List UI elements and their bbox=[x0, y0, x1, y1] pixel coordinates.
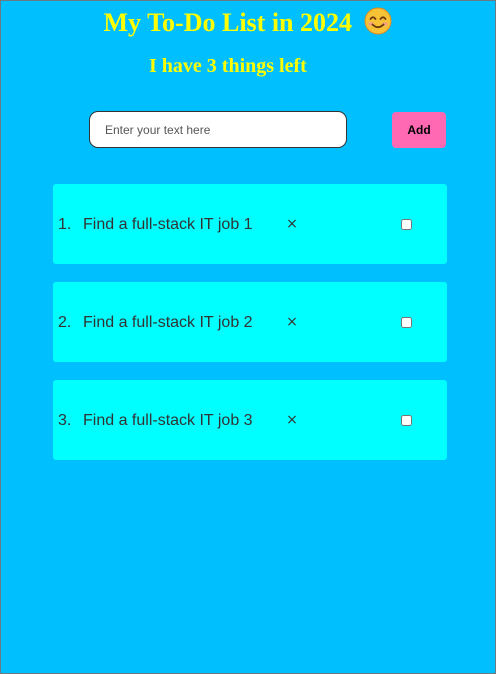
delete-close-icon[interactable]: × bbox=[286, 411, 298, 429]
todo-item-number: 2. bbox=[58, 314, 72, 331]
delete-close-icon[interactable]: × bbox=[286, 215, 298, 233]
done-checkbox[interactable] bbox=[401, 219, 412, 230]
todo-item-text: Find a full-stack IT job 2 bbox=[83, 314, 253, 331]
todo-item-number: 1. bbox=[58, 216, 72, 233]
delete-close-icon[interactable]: × bbox=[286, 313, 298, 331]
remaining-count: I have 3 things left bbox=[149, 55, 307, 77]
smiling-face-icon bbox=[364, 7, 392, 35]
title-row: My To-Do List in 2024 bbox=[1, 7, 495, 38]
page-title: My To-Do List in 2024 bbox=[103, 8, 353, 37]
todo-item-number: 3. bbox=[58, 412, 72, 429]
todo-item: 2. Find a full-stack IT job 2 × bbox=[53, 282, 447, 362]
todo-list: 1. Find a full-stack IT job 1 × 2. Find … bbox=[53, 184, 447, 478]
todo-app: My To-Do List in 2024 I have 3 things le… bbox=[0, 0, 496, 674]
done-checkbox[interactable] bbox=[401, 415, 412, 426]
todo-text-input[interactable] bbox=[89, 111, 347, 148]
todo-item-text: Find a full-stack IT job 1 bbox=[83, 216, 253, 233]
todo-item: 3. Find a full-stack IT job 3 × bbox=[53, 380, 447, 460]
done-checkbox[interactable] bbox=[401, 317, 412, 328]
todo-item-text: Find a full-stack IT job 3 bbox=[83, 412, 253, 429]
add-button[interactable]: Add bbox=[392, 112, 446, 148]
todo-item: 1. Find a full-stack IT job 1 × bbox=[53, 184, 447, 264]
